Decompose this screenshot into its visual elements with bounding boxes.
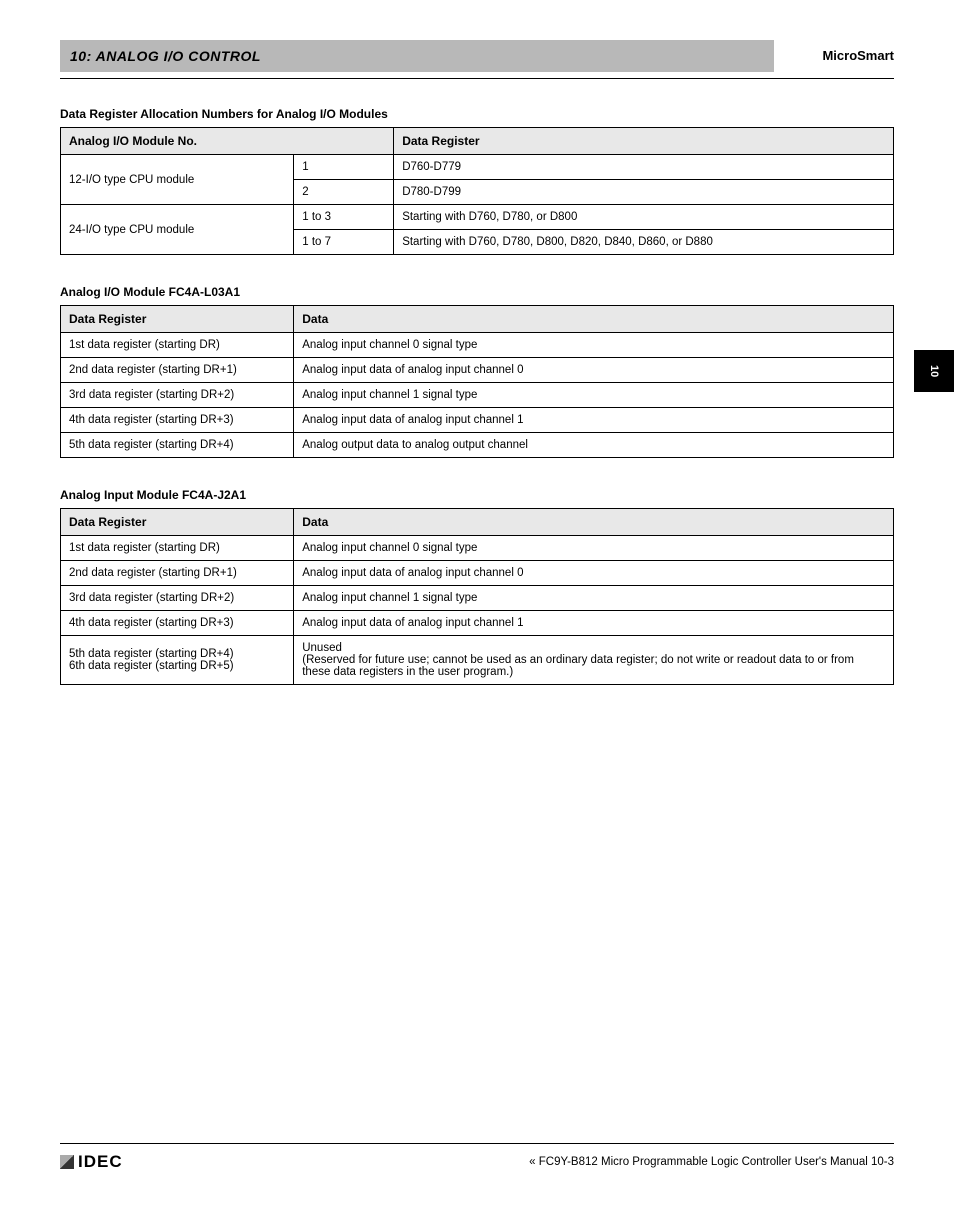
table-cell: 1: [294, 155, 394, 180]
section-heading: Analog I/O Module FC4A-L03A1: [60, 285, 894, 299]
header-rule: [60, 78, 894, 79]
logo-text: IDEC: [78, 1152, 123, 1172]
table-cell: Analog input data of analog input channe…: [294, 358, 894, 383]
table-cell: Analog input channel 1 signal type: [294, 383, 894, 408]
table-cell: Analog output data to analog output chan…: [294, 433, 894, 458]
table-cell: Starting with D760, D780, or D800: [394, 205, 894, 230]
spec-table: Data RegisterData1st data register (star…: [60, 508, 894, 685]
table-cell: 1 to 3: [294, 205, 394, 230]
content-area: Data Register Allocation Numbers for Ana…: [60, 107, 894, 685]
table-cell: Analog input channel 1 signal type: [294, 586, 894, 611]
table-header: Data: [294, 306, 894, 333]
table-cell: 4th data register (starting DR+3): [61, 408, 294, 433]
table-cell: Analog input data of analog input channe…: [294, 408, 894, 433]
table-header: Data Register: [61, 306, 294, 333]
table-cell: 2nd data register (starting DR+1): [61, 358, 294, 383]
header-product-name: MicroSmart: [774, 40, 894, 72]
table-header: Analog I/O Module No.: [61, 128, 394, 155]
logo-icon: [60, 1155, 74, 1169]
table-cell: 2: [294, 180, 394, 205]
page-tab-marker: 10: [914, 350, 954, 392]
table-header: Data: [294, 509, 894, 536]
table-cell: Unused (Reserved for future use; cannot …: [294, 636, 894, 685]
table-cell: 1st data register (starting DR): [61, 333, 294, 358]
table-cell: 4th data register (starting DR+3): [61, 611, 294, 636]
section-heading: Data Register Allocation Numbers for Ana…: [60, 107, 894, 121]
table-cell: Analog input data of analog input channe…: [294, 611, 894, 636]
spec-table: Data RegisterData1st data register (star…: [60, 305, 894, 458]
table-cell: D760-D779: [394, 155, 894, 180]
table-cell: D780-D799: [394, 180, 894, 205]
table-cell: 5th data register (starting DR+4): [61, 433, 294, 458]
table-cell: 3rd data register (starting DR+2): [61, 586, 294, 611]
table-cell: 5th data register (starting DR+4) 6th da…: [61, 636, 294, 685]
footer-logo: IDEC: [60, 1152, 123, 1172]
header-bar: 10: ANALOG I/O CONTROL MicroSmart: [60, 40, 894, 72]
table-cell: 24-I/O type CPU module: [61, 205, 294, 255]
table-cell: Analog input channel 0 signal type: [294, 333, 894, 358]
table-cell: 1 to 7: [294, 230, 394, 255]
table-cell: Analog input data of analog input channe…: [294, 561, 894, 586]
spec-table: Analog I/O Module No.Data Register 12-I/O…: [60, 127, 894, 255]
table-header: Data Register: [61, 509, 294, 536]
section-heading: Analog Input Module FC4A-J2A1: [60, 488, 894, 502]
table-cell: 1st data register (starting DR): [61, 536, 294, 561]
table-header: Data Register: [394, 128, 894, 155]
table-cell: 12-I/O type CPU module: [61, 155, 294, 205]
table-cell: 2nd data register (starting DR+1): [61, 561, 294, 586]
table-cell: Analog input channel 0 signal type: [294, 536, 894, 561]
chapter-title: 10: ANALOG I/O CONTROL: [60, 40, 774, 72]
footer: IDEC « FC9Y-B812 Micro Programmable Logi…: [60, 1143, 894, 1172]
table-cell: Starting with D760, D780, D800, D820, D8…: [394, 230, 894, 255]
table-cell: 3rd data register (starting DR+2): [61, 383, 294, 408]
footer-page-info: « FC9Y-B812 Micro Programmable Logic Con…: [529, 1156, 894, 1168]
